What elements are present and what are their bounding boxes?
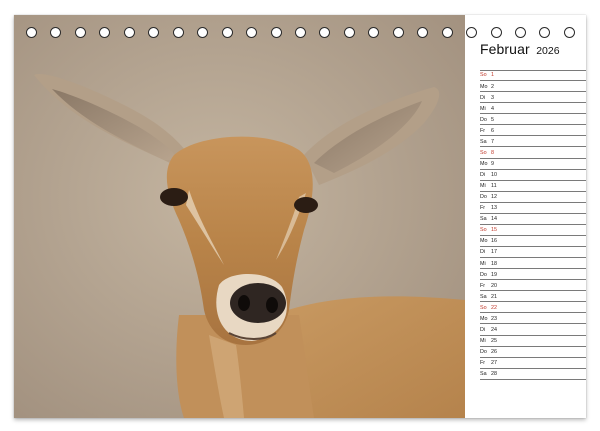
day-row: So 1 bbox=[480, 70, 586, 82]
weekday-label: Mo bbox=[480, 160, 488, 167]
day-row: Sa 7 bbox=[480, 136, 586, 148]
weekday-label: Fr bbox=[480, 282, 486, 289]
day-number: 20 bbox=[491, 282, 497, 289]
day-number: 14 bbox=[491, 216, 497, 223]
day-number: 26 bbox=[491, 349, 497, 356]
day-number: 17 bbox=[491, 249, 497, 256]
day-row: Mo 16 bbox=[480, 236, 586, 247]
day-number: 8 bbox=[491, 149, 494, 156]
weekday-label: Mi bbox=[480, 260, 486, 267]
weekday-label: Mo bbox=[480, 238, 488, 245]
day-row: Di 17 bbox=[480, 247, 586, 259]
antelope-head-illustration bbox=[14, 15, 465, 418]
day-row: Di 24 bbox=[480, 324, 586, 336]
weekday-label: So bbox=[480, 149, 487, 156]
left-eye bbox=[160, 188, 188, 206]
day-number: 21 bbox=[491, 293, 497, 300]
binding-hole bbox=[466, 27, 478, 38]
binding-hole bbox=[563, 27, 575, 38]
weekday-label: Do bbox=[480, 349, 487, 356]
weekday-label: Sa bbox=[480, 371, 487, 378]
binding-hole bbox=[490, 27, 502, 38]
day-number: 27 bbox=[491, 360, 497, 367]
day-number: 12 bbox=[491, 194, 497, 201]
day-number: 10 bbox=[491, 172, 497, 179]
day-number: 28 bbox=[491, 371, 497, 378]
day-number: 23 bbox=[491, 315, 497, 322]
weekday-label: Sa bbox=[480, 216, 487, 223]
day-row: Mi 11 bbox=[480, 181, 586, 192]
day-row: Fr 20 bbox=[480, 280, 586, 292]
day-number: 2 bbox=[491, 83, 494, 90]
weekday-label: Di bbox=[480, 94, 486, 101]
weekday-label: Mo bbox=[480, 315, 488, 322]
day-number: 6 bbox=[491, 127, 494, 134]
binding-hole bbox=[539, 27, 551, 38]
weekday-label: Fr bbox=[480, 205, 486, 212]
weekday-label: Fr bbox=[480, 127, 486, 134]
weekday-label: Di bbox=[480, 172, 486, 179]
day-row: Mo 9 bbox=[480, 159, 586, 170]
day-number: 24 bbox=[491, 326, 497, 333]
day-number: 5 bbox=[491, 116, 494, 123]
day-row: Do 12 bbox=[480, 192, 586, 203]
day-row: Fr 13 bbox=[480, 203, 586, 214]
weekday-label: So bbox=[480, 227, 487, 234]
day-number: 19 bbox=[491, 271, 497, 278]
day-row: So 8 bbox=[480, 147, 586, 159]
day-row: Di 10 bbox=[480, 170, 586, 181]
day-row: Mi 4 bbox=[480, 103, 586, 115]
weekday-label: Fr bbox=[480, 360, 486, 367]
weekday-label: Di bbox=[480, 249, 486, 256]
day-number: 3 bbox=[491, 94, 494, 101]
month-header: Februar 2026 bbox=[480, 41, 586, 61]
calendar-page: Februar 2026 So 1 Mo 2 Di 3 Mi 4 Do 5 Fr 6 Sa 7 So 8 Mo 9… bbox=[14, 15, 586, 418]
day-number: 18 bbox=[491, 260, 497, 267]
month-name: Februar bbox=[480, 41, 530, 57]
day-row: Do 26 bbox=[480, 347, 586, 358]
day-number: 13 bbox=[491, 205, 497, 212]
day-number: 9 bbox=[491, 160, 494, 167]
day-number: 15 bbox=[491, 227, 497, 234]
day-list: So 1 Mo 2 Di 3 Mi 4 Do 5 Fr 6 Sa 7 So 8 Mo 9 Di 10 Mi 11 Do 12 F… bbox=[480, 70, 586, 380]
day-number: 22 bbox=[491, 304, 497, 311]
day-row: Sa 14 bbox=[480, 214, 586, 225]
day-row: So 22 bbox=[480, 302, 586, 314]
day-row: Sa 28 bbox=[480, 369, 586, 380]
weekday-label: Do bbox=[480, 116, 487, 123]
binding-hole bbox=[515, 27, 526, 38]
antelope-photo bbox=[14, 15, 465, 418]
day-row: Mo 2 bbox=[480, 81, 586, 93]
day-row: Mi 25 bbox=[480, 336, 586, 347]
day-row: Di 3 bbox=[480, 92, 586, 104]
weekday-label: Do bbox=[480, 194, 487, 201]
day-row: Sa 21 bbox=[480, 291, 586, 303]
weekday-label: Di bbox=[480, 326, 486, 333]
day-row: Do 5 bbox=[480, 114, 586, 126]
day-number: 4 bbox=[491, 105, 494, 112]
weekday-label: Sa bbox=[480, 138, 487, 145]
day-number: 11 bbox=[491, 183, 497, 190]
year-label: 2026 bbox=[536, 45, 560, 57]
day-row: Do 19 bbox=[480, 269, 586, 281]
weekday-label: So bbox=[480, 304, 487, 311]
day-row: Mo 23 bbox=[480, 313, 586, 325]
day-number: 25 bbox=[491, 337, 497, 344]
day-number: 7 bbox=[491, 138, 494, 145]
day-row: So 15 bbox=[480, 225, 586, 236]
day-number: 16 bbox=[491, 238, 497, 245]
weekday-label: Mi bbox=[480, 183, 486, 190]
weekday-label: Do bbox=[480, 271, 487, 278]
day-number: 1 bbox=[491, 72, 494, 79]
weekday-label: Mi bbox=[480, 105, 486, 112]
day-row: Fr 27 bbox=[480, 358, 586, 369]
weekday-label: So bbox=[480, 72, 487, 79]
weekday-label: Sa bbox=[480, 293, 487, 300]
weekday-label: Mo bbox=[480, 83, 488, 90]
right-eye bbox=[294, 197, 318, 213]
weekday-label: Mi bbox=[480, 337, 486, 344]
day-row: Mi 18 bbox=[480, 258, 586, 270]
day-row: Fr 6 bbox=[480, 125, 586, 137]
